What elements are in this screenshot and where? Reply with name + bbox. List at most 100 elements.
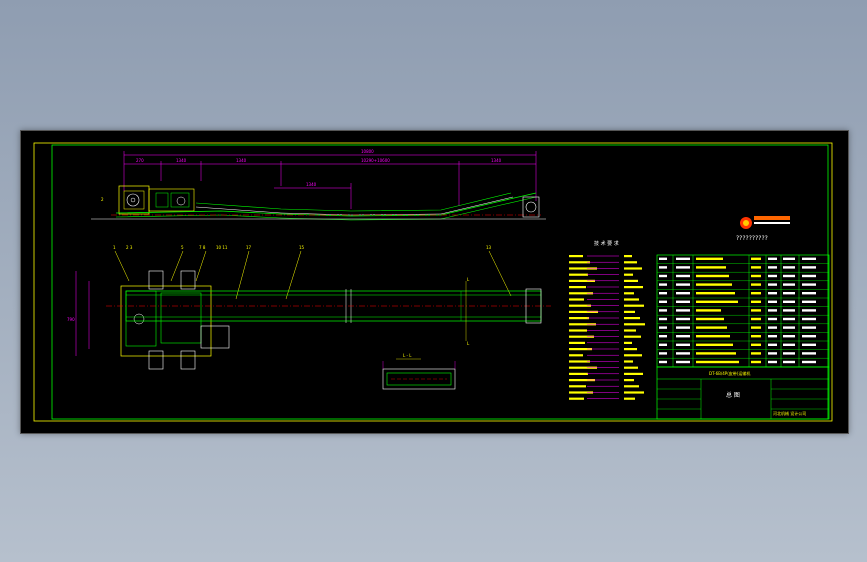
svg-text:270: 270	[136, 158, 144, 163]
elevation-view: 10800 270 1340 1340 10290+10600 1340 134…	[91, 149, 546, 221]
requirement-value-mark	[624, 279, 638, 282]
requirement-text-mark	[569, 372, 588, 375]
parts-cell-text-mark	[676, 335, 690, 338]
parts-cell-text-mark	[751, 326, 761, 329]
requirement-text-mark	[569, 385, 586, 388]
svg-text:2: 2	[101, 197, 104, 202]
parts-cell-text-mark	[676, 266, 690, 269]
requirement-text-mark	[569, 286, 586, 289]
parts-cell-text-mark	[802, 343, 816, 346]
logo-caption: ??????????	[736, 235, 768, 242]
parts-cell-text-mark	[659, 326, 667, 329]
parts-cell-text-mark	[676, 317, 690, 321]
parts-cell-text-mark	[802, 360, 816, 364]
svg-text:790: 790	[67, 317, 75, 322]
requirement-value-mark	[624, 385, 639, 388]
parts-cell-text-mark	[676, 309, 690, 312]
requirement-value-mark	[624, 348, 637, 351]
parts-cell-text-mark	[751, 335, 761, 338]
parts-cell-text-mark	[751, 274, 761, 278]
requirement-value-mark	[624, 372, 643, 375]
parts-cell-text-mark	[696, 343, 733, 346]
svg-text:L: L	[467, 277, 470, 282]
requirement-value-mark	[624, 379, 634, 382]
requirement-value-mark	[624, 255, 632, 258]
title-block-footer: 河北机械 设计公司	[773, 410, 806, 416]
parts-cell-text-mark	[676, 300, 690, 303]
parts-cell-text-mark	[696, 335, 730, 338]
svg-text:L: L	[467, 341, 470, 346]
parts-cell-text-mark	[751, 360, 761, 364]
parts-cell-text-mark	[802, 317, 816, 321]
parts-cell-text-mark	[768, 274, 777, 278]
parts-cell-text-mark	[659, 335, 667, 338]
overall-dimension-label: 10800	[361, 149, 374, 154]
requirement-text-mark	[569, 317, 589, 320]
requirement-value-mark	[624, 292, 634, 295]
parts-cell-text-mark	[783, 352, 795, 355]
requirement-value-mark	[624, 267, 642, 270]
requirement-text-mark	[569, 354, 583, 357]
parts-cell-text-mark	[783, 257, 795, 260]
parts-cell-text-mark	[659, 360, 667, 364]
requirement-value-mark	[624, 273, 633, 276]
parts-cell-text-mark	[802, 257, 816, 260]
parts-cell-text-mark	[751, 343, 761, 346]
parts-cell-text-mark	[696, 300, 738, 303]
parts-cell-text-mark	[768, 335, 777, 338]
parts-cell-text-mark	[768, 257, 777, 260]
requirement-text-mark	[569, 360, 590, 363]
company-logo: ??????????	[736, 216, 790, 242]
parts-cell-text-mark	[696, 257, 723, 260]
parts-cell-text-mark	[783, 335, 795, 338]
parts-cell-text-mark	[783, 309, 795, 312]
parts-cell-text-mark	[696, 360, 739, 364]
drawing-border-outer	[33, 142, 833, 422]
svg-text:1: 1	[113, 245, 116, 250]
sub-dimension-label: 1340	[306, 182, 317, 187]
parts-cell-text-mark	[696, 317, 724, 321]
parts-cell-text-mark	[802, 300, 816, 303]
parts-cell-text-mark	[802, 266, 816, 269]
parts-cell-text-mark	[768, 283, 777, 286]
parts-cell-text-mark	[696, 352, 736, 355]
requirement-value-mark	[624, 329, 636, 332]
parts-cell-text-mark	[659, 257, 667, 260]
svg-text:10 11: 10 11	[216, 245, 228, 250]
svg-text:10290+10600: 10290+10600	[361, 158, 390, 163]
title-block: DT-6B/4P(皮带)运输机 总 图 河北机械 设计公司	[656, 366, 830, 420]
svg-text:L - L: L - L	[403, 353, 412, 358]
requirement-value-mark	[624, 298, 639, 301]
requirement-text-mark	[569, 329, 587, 332]
parts-cell-text-mark	[768, 292, 777, 295]
parts-cell-text-mark	[751, 309, 761, 312]
parts-cell-text-mark	[696, 309, 721, 312]
requirement-text-mark	[569, 261, 590, 264]
title-block-name: 总 图	[726, 391, 740, 399]
parts-cell-text-mark	[783, 326, 795, 329]
parts-cell-text-mark	[659, 309, 667, 312]
parts-cell-text-mark	[659, 274, 667, 278]
parts-cell-text-mark	[676, 360, 690, 364]
requirement-value-mark	[624, 366, 638, 369]
parts-cell-text-mark	[783, 266, 795, 269]
parts-cell-text-mark	[783, 274, 795, 278]
parts-cell-text-mark	[768, 266, 777, 269]
technical-requirements-block: 技 术 要 求	[594, 240, 619, 247]
parts-cell-text-mark	[768, 300, 777, 303]
requirement-value-mark	[624, 317, 640, 320]
parts-cell-text-mark	[802, 309, 816, 312]
requirement-value-mark	[624, 310, 635, 313]
parts-cell-text-mark	[696, 292, 735, 295]
parts-cell-text-mark	[676, 326, 690, 329]
plan-view: 1 2 3 5 7 8 10 11 17 15 13 790 L L	[67, 245, 551, 370]
parts-cell-text-mark	[783, 343, 795, 346]
svg-text:1340: 1340	[176, 158, 187, 163]
cad-drawing-viewport[interactable]: 10800 270 1340 1340 10290+10600 1340 134…	[20, 130, 849, 434]
parts-cell-text-mark	[751, 266, 761, 269]
parts-cell-text-mark	[768, 352, 777, 355]
requirement-text-mark	[569, 341, 585, 344]
requirement-value-mark	[624, 354, 642, 357]
svg-text:1340: 1340	[236, 158, 247, 163]
svg-text:7 8: 7 8	[199, 245, 206, 250]
